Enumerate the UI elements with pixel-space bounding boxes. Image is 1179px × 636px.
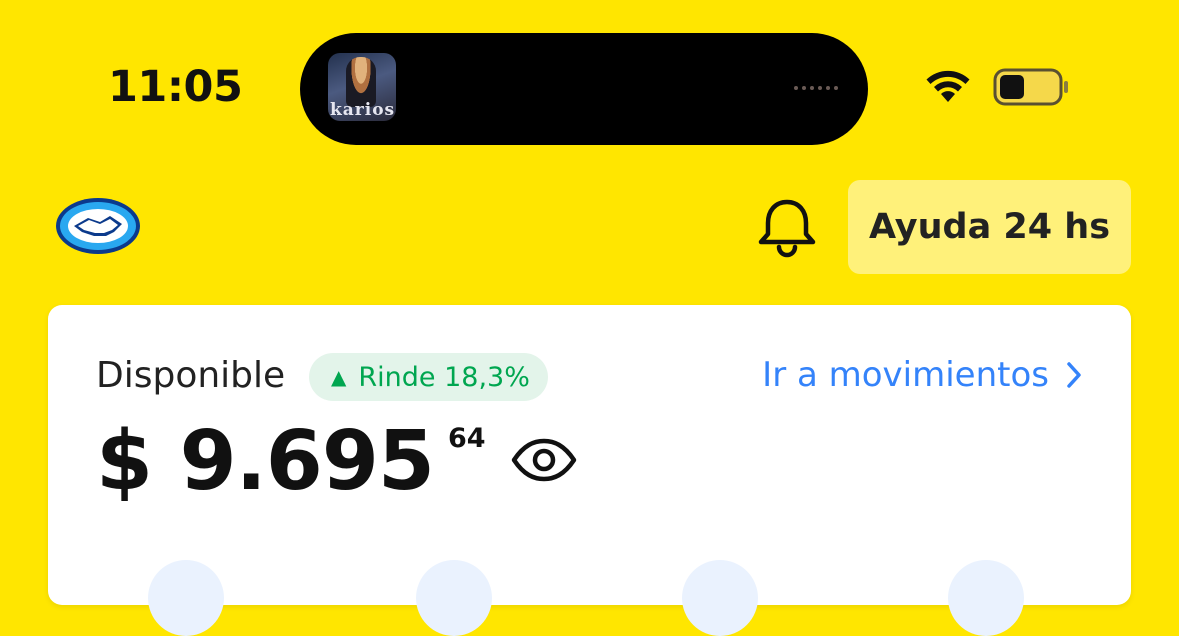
chevron-right-icon: [1067, 362, 1081, 388]
audio-waveform-icon: [794, 86, 838, 90]
now-playing-artwork: karios: [328, 53, 396, 121]
dynamic-island[interactable]: karios: [300, 33, 868, 145]
app-screen: 11:05 karios Ayuda 24 hs Disponible ▲ Ri…: [0, 0, 1179, 636]
status-time: 11:05: [108, 62, 243, 112]
eye-icon[interactable]: [510, 437, 578, 483]
yield-text: Rinde 18,3%: [358, 361, 530, 393]
balance-main: $ 9.695: [96, 414, 435, 509]
yield-badge: ▲ Rinde 18,3%: [309, 353, 548, 401]
movements-link-label: Ir a movimientos: [762, 355, 1049, 395]
shortcut-button[interactable]: [416, 560, 492, 636]
help-24h-button[interactable]: Ayuda 24 hs: [848, 180, 1131, 274]
mercadopago-logo[interactable]: [54, 196, 142, 256]
arrow-up-icon: ▲: [331, 365, 347, 389]
artwork-text: karios: [330, 100, 396, 120]
bell-icon[interactable]: [755, 198, 819, 258]
balance-card: Disponible ▲ Rinde 18,3% Ir a movimiento…: [48, 305, 1131, 636]
shortcut-button[interactable]: [682, 560, 758, 636]
shortcut-button[interactable]: [948, 560, 1024, 636]
wifi-icon: [926, 70, 970, 102]
balance-amount: $ 9.695 64: [96, 413, 486, 503]
battery-icon: [993, 68, 1068, 106]
available-label: Disponible: [96, 355, 286, 396]
shortcut-button[interactable]: [148, 560, 224, 636]
balance-cents: 64: [447, 423, 486, 454]
movements-link[interactable]: Ir a movimientos: [762, 355, 1083, 395]
shortcuts-row: [48, 560, 1131, 636]
